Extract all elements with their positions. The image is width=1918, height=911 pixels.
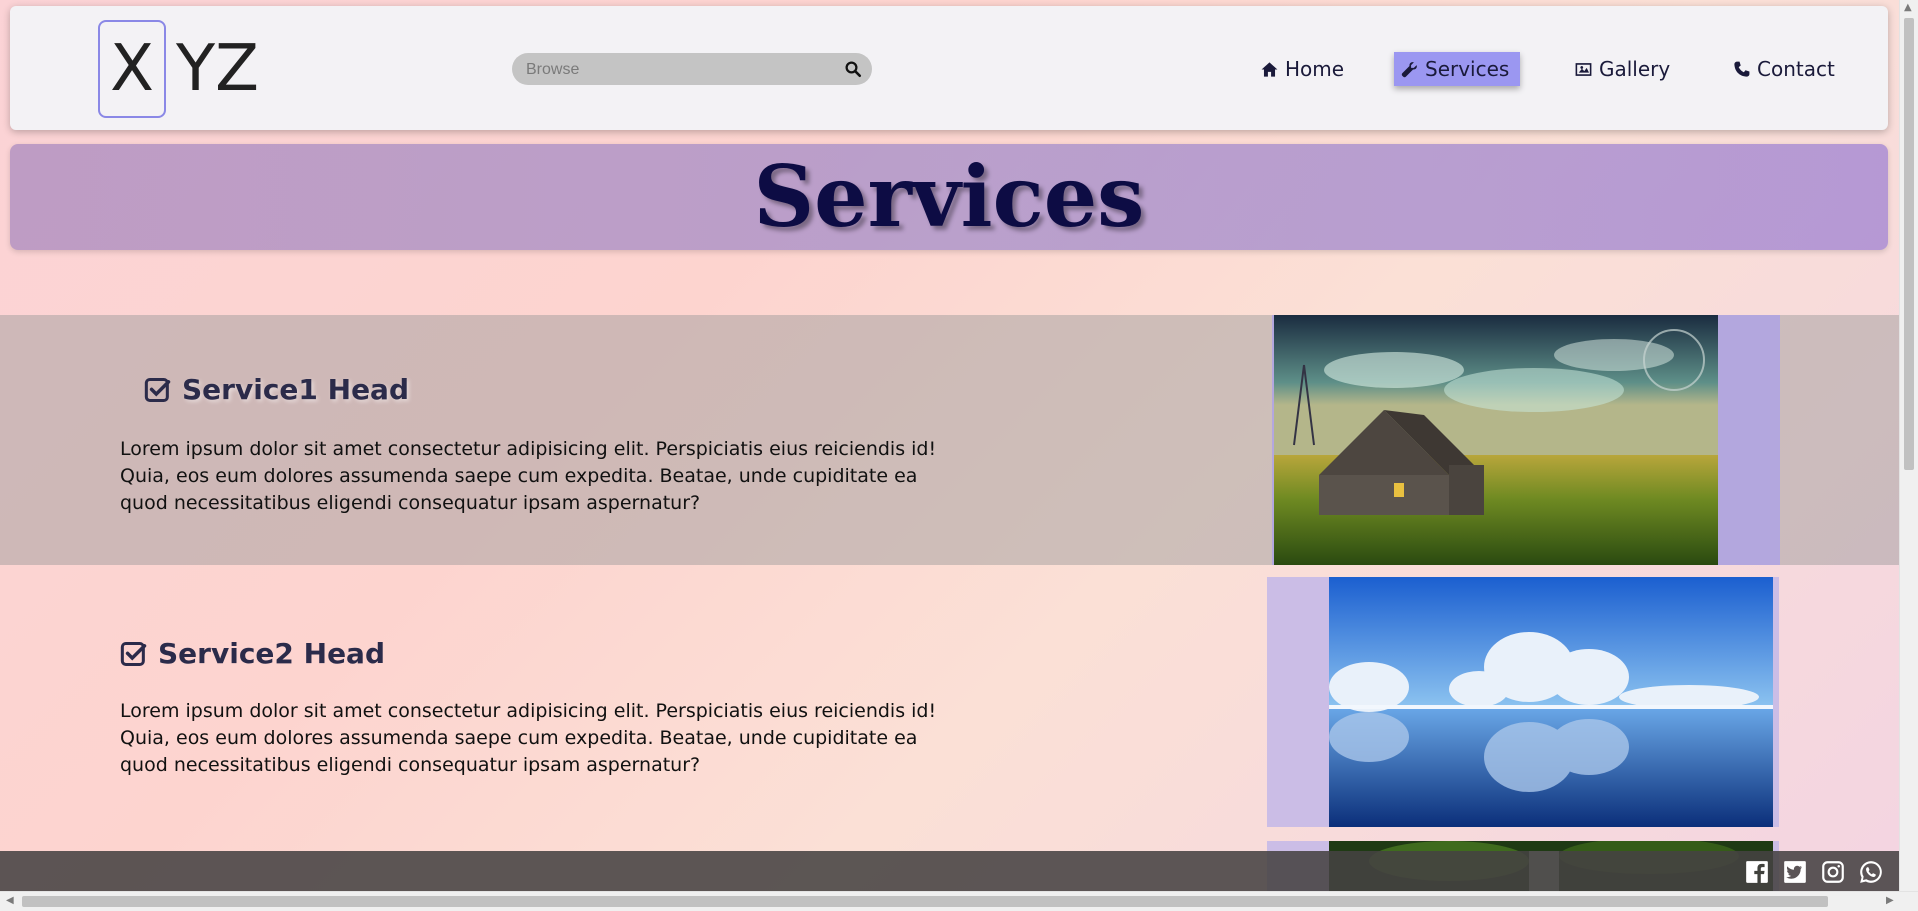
service-1-head-text: Service1 Head (182, 373, 409, 406)
whatsapp-link[interactable] (1858, 859, 1884, 885)
header-navbar: X YZ Home Services Gallery (10, 6, 1888, 130)
check-square-icon (120, 641, 147, 666)
home-icon (1261, 61, 1278, 77)
page-title-banner: Services (10, 144, 1888, 250)
service-2-head-text: Service2 Head (158, 637, 385, 670)
vertical-scrollbar[interactable]: ▲ (1899, 0, 1918, 892)
scroll-up-arrow-icon[interactable]: ▲ (1904, 2, 1912, 13)
logo-text: YZ (176, 32, 259, 106)
logo-boxed-letter: X (98, 20, 166, 118)
service-section-2: Service2 Head Lorem ipsum dolor sit amet… (0, 565, 1900, 892)
nav-item-gallery[interactable]: Gallery (1568, 52, 1676, 86)
nav-services-label: Services (1425, 57, 1510, 81)
search-bar (512, 53, 872, 87)
nav-home-label: Home (1285, 57, 1345, 81)
nav-item-contact[interactable]: Contact (1726, 52, 1841, 86)
horizontal-scrollbar[interactable]: ◀ ▶ (0, 891, 1918, 911)
search-input[interactable] (524, 53, 828, 87)
horizontal-scroll-thumb[interactable] (22, 896, 1828, 907)
twitter-link[interactable] (1782, 859, 1808, 885)
service-2-heading: Service2 Head (120, 637, 385, 670)
farmhouse-landscape-image (1274, 315, 1718, 565)
scroll-left-arrow-icon[interactable]: ◀ (6, 895, 14, 906)
image-icon (1575, 62, 1592, 76)
service-1-image-frame (1272, 315, 1780, 565)
wrench-icon (1401, 61, 1417, 77)
nav-gallery-label: Gallery (1599, 57, 1671, 81)
facebook-icon (1746, 861, 1768, 883)
page: X YZ Home Services Gallery (0, 0, 1900, 892)
logo[interactable]: X YZ (98, 18, 259, 120)
service-1-description: Lorem ipsum dolor sit amet consectetur a… (120, 438, 937, 514)
phone-icon (1734, 61, 1750, 77)
facebook-link[interactable] (1744, 859, 1770, 885)
snowy-trees-lake-image (1329, 577, 1773, 827)
nav-item-home[interactable]: Home (1254, 52, 1350, 86)
service-2-description: Lorem ipsum dolor sit amet consectetur a… (120, 700, 937, 776)
check-square-icon (144, 377, 171, 402)
nav-contact-label: Contact (1757, 57, 1835, 81)
whatsapp-icon (1860, 861, 1882, 883)
service-2-image-frame (1267, 577, 1779, 827)
vertical-scroll-thumb[interactable] (1904, 18, 1914, 470)
service-1-heading: Service1 Head (144, 373, 409, 406)
page-title: Services (753, 147, 1145, 246)
nav-item-services[interactable]: Services (1394, 52, 1520, 86)
search-icon[interactable] (844, 60, 862, 78)
instagram-link[interactable] (1820, 859, 1846, 885)
scroll-right-arrow-icon[interactable]: ▶ (1886, 895, 1894, 906)
service-section-1: Service1 Head Lorem ipsum dolor sit amet… (0, 315, 1900, 565)
instagram-icon (1822, 861, 1844, 883)
footer (0, 851, 1900, 892)
twitter-icon (1784, 861, 1806, 883)
